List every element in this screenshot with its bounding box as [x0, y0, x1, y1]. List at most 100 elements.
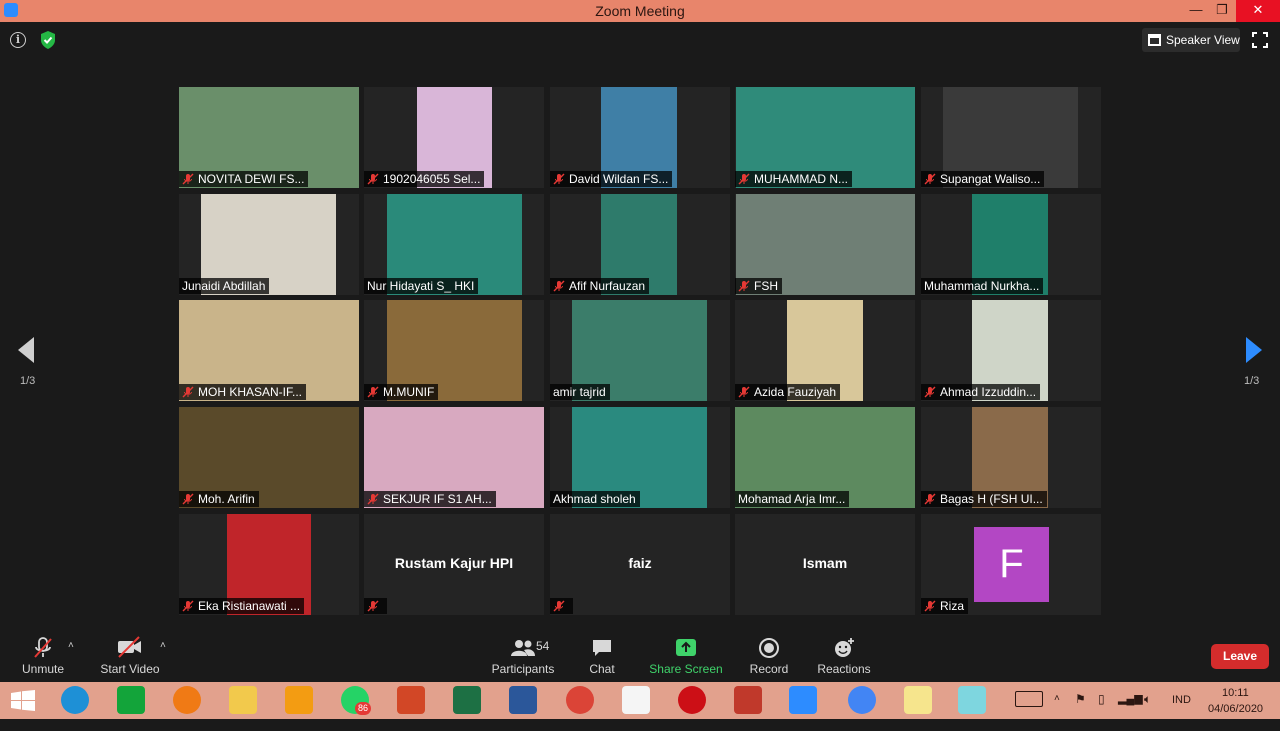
- video-options-caret-icon[interactable]: ˄: [160, 640, 166, 651]
- sticky-notes-icon[interactable]: [904, 686, 932, 714]
- file-explorer-icon[interactable]: [229, 686, 257, 714]
- participant-name-strip: M.MUNIF: [364, 384, 439, 400]
- participant-tile[interactable]: F Riza: [921, 514, 1101, 615]
- opera-icon[interactable]: [678, 686, 706, 714]
- participant-tile[interactable]: MOH KHASAN-IF...: [179, 300, 359, 401]
- participant-tile[interactable]: Azida Fauziyah: [735, 300, 915, 401]
- document-icon[interactable]: [622, 686, 650, 714]
- window-titlebar: Zoom Meeting — ❐ ✕: [0, 0, 1280, 22]
- previous-page-arrow-icon[interactable]: [18, 337, 34, 363]
- participant-name: Nur Hidayati S_ HKI: [367, 279, 475, 293]
- flag-icon[interactable]: ⚑: [1075, 692, 1086, 729]
- participant-name-strip: Eka Ristianawati ...: [179, 598, 305, 614]
- participants-button[interactable]: 54 Participants: [490, 632, 556, 682]
- participant-tile[interactable]: Muhammad Nurkha...: [921, 194, 1101, 295]
- muted-mic-icon: [738, 280, 750, 292]
- firefox-icon[interactable]: [173, 686, 201, 714]
- record-button[interactable]: Record: [748, 632, 790, 682]
- chat-label: Chat: [589, 662, 615, 676]
- participant-tile[interactable]: Rustam Kajur HPI: [364, 514, 544, 615]
- info-icon[interactable]: i: [10, 32, 26, 48]
- participant-tile[interactable]: M.MUNIF: [364, 300, 544, 401]
- share-screen-button[interactable]: Share Screen: [648, 632, 724, 682]
- participant-name-strip: MOH KHASAN-IF...: [179, 384, 307, 400]
- clock-time[interactable]: 10:11: [1222, 687, 1249, 701]
- participant-tile[interactable]: faiz: [550, 514, 730, 615]
- participant-tile[interactable]: amir tajrid: [550, 300, 730, 401]
- participant-name: MUHAMMAD N...: [754, 172, 848, 186]
- participant-name-strip: 1902046055 Sel...: [364, 171, 485, 187]
- participant-tile[interactable]: NOVITA DEWI FS...: [179, 87, 359, 188]
- participant-tile[interactable]: Ahmad Izzuddin...: [921, 300, 1101, 401]
- participant-name: SEKJUR IF S1 AH...: [383, 492, 492, 506]
- network-icon[interactable]: ▂▄▆: [1118, 692, 1143, 729]
- volume-icon[interactable]: 🔈︎: [1144, 692, 1151, 729]
- participant-tile[interactable]: SEKJUR IF S1 AH...: [364, 407, 544, 508]
- store-icon[interactable]: [117, 686, 145, 714]
- participant-name: Afif Nurfauzan: [569, 279, 646, 293]
- participant-tile[interactable]: 1902046055 Sel...: [364, 87, 544, 188]
- participant-tile[interactable]: David Wildan FS...: [550, 87, 730, 188]
- excel-icon[interactable]: [453, 686, 481, 714]
- participant-name: M.MUNIF: [383, 385, 435, 399]
- participant-tile[interactable]: Mohamad Arja Imr...: [735, 407, 915, 508]
- speaker-view-button[interactable]: Speaker View: [1142, 28, 1240, 52]
- chrome-2-icon[interactable]: [848, 686, 876, 714]
- participant-name: FSH: [754, 279, 778, 293]
- chrome-icon[interactable]: [566, 686, 594, 714]
- participant-name: NOVITA DEWI FS...: [198, 172, 305, 186]
- participant-name-strip: MUHAMMAD N...: [735, 171, 852, 187]
- fullscreen-icon[interactable]: [1252, 32, 1268, 48]
- reactions-label: Reactions: [817, 662, 871, 676]
- participant-tile[interactable]: Bagas H (FSH UI...: [921, 407, 1101, 508]
- internet-explorer-icon[interactable]: [61, 686, 89, 714]
- start-video-button[interactable]: Start Video: [98, 632, 162, 682]
- battery-icon[interactable]: ▯: [1098, 692, 1105, 729]
- participant-display-name: Rustam Kajur HPI: [394, 555, 514, 571]
- participant-tile[interactable]: Akhmad sholeh: [550, 407, 730, 508]
- word-icon[interactable]: [509, 686, 537, 714]
- clock-date[interactable]: 04/06/2020: [1208, 703, 1263, 717]
- powerpoint-icon[interactable]: [397, 686, 425, 714]
- keyboard-icon[interactable]: [1015, 691, 1043, 707]
- participant-tile[interactable]: Junaidi Abdillah: [179, 194, 359, 295]
- media-player-icon[interactable]: [285, 686, 313, 714]
- muted-mic-icon: [738, 386, 750, 398]
- participant-tile[interactable]: Nur Hidayati S_ HKI: [364, 194, 544, 295]
- language-indicator[interactable]: IND: [1172, 694, 1191, 731]
- muted-mic-icon: [182, 173, 194, 185]
- show-hidden-icons-caret-icon[interactable]: ˄: [1054, 693, 1060, 730]
- windows-start-icon[interactable]: [11, 690, 35, 712]
- chat-button[interactable]: Chat: [584, 632, 620, 682]
- participant-name-strip: David Wildan FS...: [550, 171, 673, 187]
- muted-mic-icon: [553, 280, 565, 292]
- participant-tile[interactable]: Supangat Waliso...: [921, 87, 1101, 188]
- reactions-smiley-icon: [835, 638, 854, 657]
- participant-tile[interactable]: Ismam: [735, 514, 915, 615]
- participant-name-strip: Nur Hidayati S_ HKI: [364, 278, 479, 294]
- maximize-button[interactable]: ❐: [1206, 0, 1238, 22]
- participant-tile[interactable]: FSH: [735, 194, 915, 295]
- reactions-button[interactable]: Reactions: [816, 632, 872, 682]
- book-app-icon[interactable]: [734, 686, 762, 714]
- participant-name: Junaidi Abdillah: [182, 279, 266, 293]
- zoom-taskbar-icon[interactable]: [789, 686, 817, 714]
- audio-options-caret-icon[interactable]: ˄: [68, 640, 74, 651]
- encryption-shield-icon[interactable]: [40, 31, 56, 49]
- leave-meeting-button[interactable]: Leave: [1211, 644, 1269, 669]
- next-page-arrow-icon[interactable]: [1246, 337, 1262, 363]
- notepad-icon[interactable]: [958, 686, 986, 714]
- record-icon: [759, 638, 779, 658]
- close-button[interactable]: ✕: [1236, 0, 1280, 22]
- participant-tile[interactable]: Afif Nurfauzan: [550, 194, 730, 295]
- participant-name-strip: Ahmad Izzuddin...: [921, 384, 1041, 400]
- participant-tile[interactable]: Eka Ristianawati ...: [179, 514, 359, 615]
- participant-tile[interactable]: MUHAMMAD N...: [735, 87, 915, 188]
- page-indicator-right: 1/3: [1244, 375, 1260, 387]
- speaker-view-icon: [1148, 34, 1161, 46]
- unmute-button[interactable]: Unmute: [18, 632, 68, 682]
- muted-mic-icon: [553, 173, 565, 185]
- participants-label: Participants: [491, 662, 555, 676]
- participant-tile[interactable]: Moh. Arifin: [179, 407, 359, 508]
- meeting-toolbar: [0, 632, 1280, 682]
